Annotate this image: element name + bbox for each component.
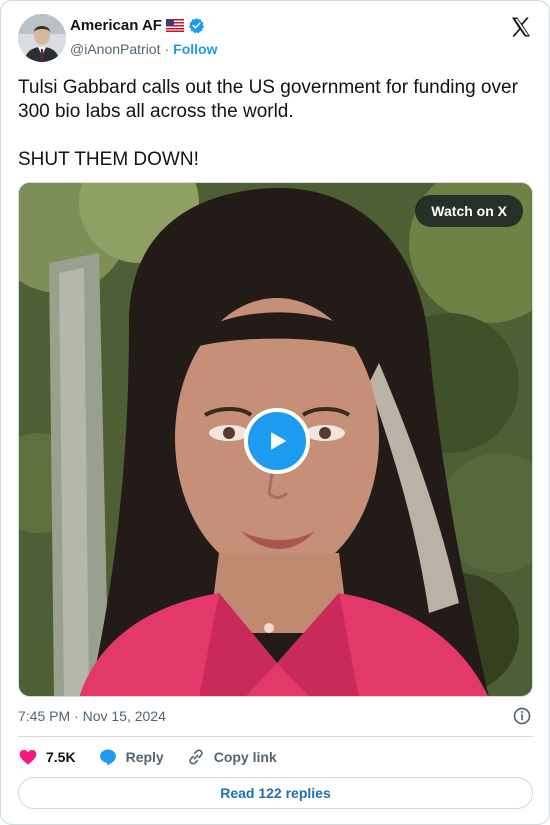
info-icon[interactable]	[512, 706, 532, 726]
reply-label: Reply	[125, 749, 164, 765]
heart-icon	[19, 749, 37, 765]
link-icon	[188, 749, 203, 765]
handle-row: @iAnonPatriot · Follow	[70, 41, 217, 57]
action-bar: 7.5K Reply Copy link	[18, 747, 299, 767]
x-logo-icon[interactable]	[509, 15, 533, 39]
timestamp[interactable]: 7:45 PM · Nov 15, 2024	[18, 708, 166, 724]
like-button[interactable]: 7.5K	[18, 747, 76, 767]
copy-link-label: Copy link	[213, 749, 277, 765]
tweet-card: American AF @iAnonPatriot · Follow Tulsi…	[0, 0, 550, 825]
read-replies-button[interactable]: Read 122 replies	[18, 777, 533, 809]
watch-on-x-button[interactable]: Watch on X	[415, 195, 523, 227]
play-button[interactable]	[244, 408, 310, 474]
author-name-row: American AF	[70, 17, 205, 34]
divider	[18, 736, 533, 737]
copy-link-button[interactable]: Copy link	[186, 747, 277, 767]
reply-button[interactable]: Reply	[98, 747, 164, 767]
reply-icon	[99, 749, 116, 766]
verified-icon	[188, 17, 205, 34]
avatar[interactable]	[18, 14, 66, 62]
author-handle[interactable]: @iAnonPatriot	[70, 41, 160, 57]
flag-icon	[165, 18, 185, 33]
author-name[interactable]: American AF	[70, 17, 162, 34]
follow-button[interactable]: Follow	[173, 41, 217, 57]
tweet-text: Tulsi Gabbard calls out the US governmen…	[18, 77, 518, 170]
like-count: 7.5K	[46, 749, 76, 765]
separator-dot: ·	[164, 41, 170, 57]
video-player[interactable]: Watch on X	[18, 182, 533, 697]
play-icon	[271, 432, 287, 450]
